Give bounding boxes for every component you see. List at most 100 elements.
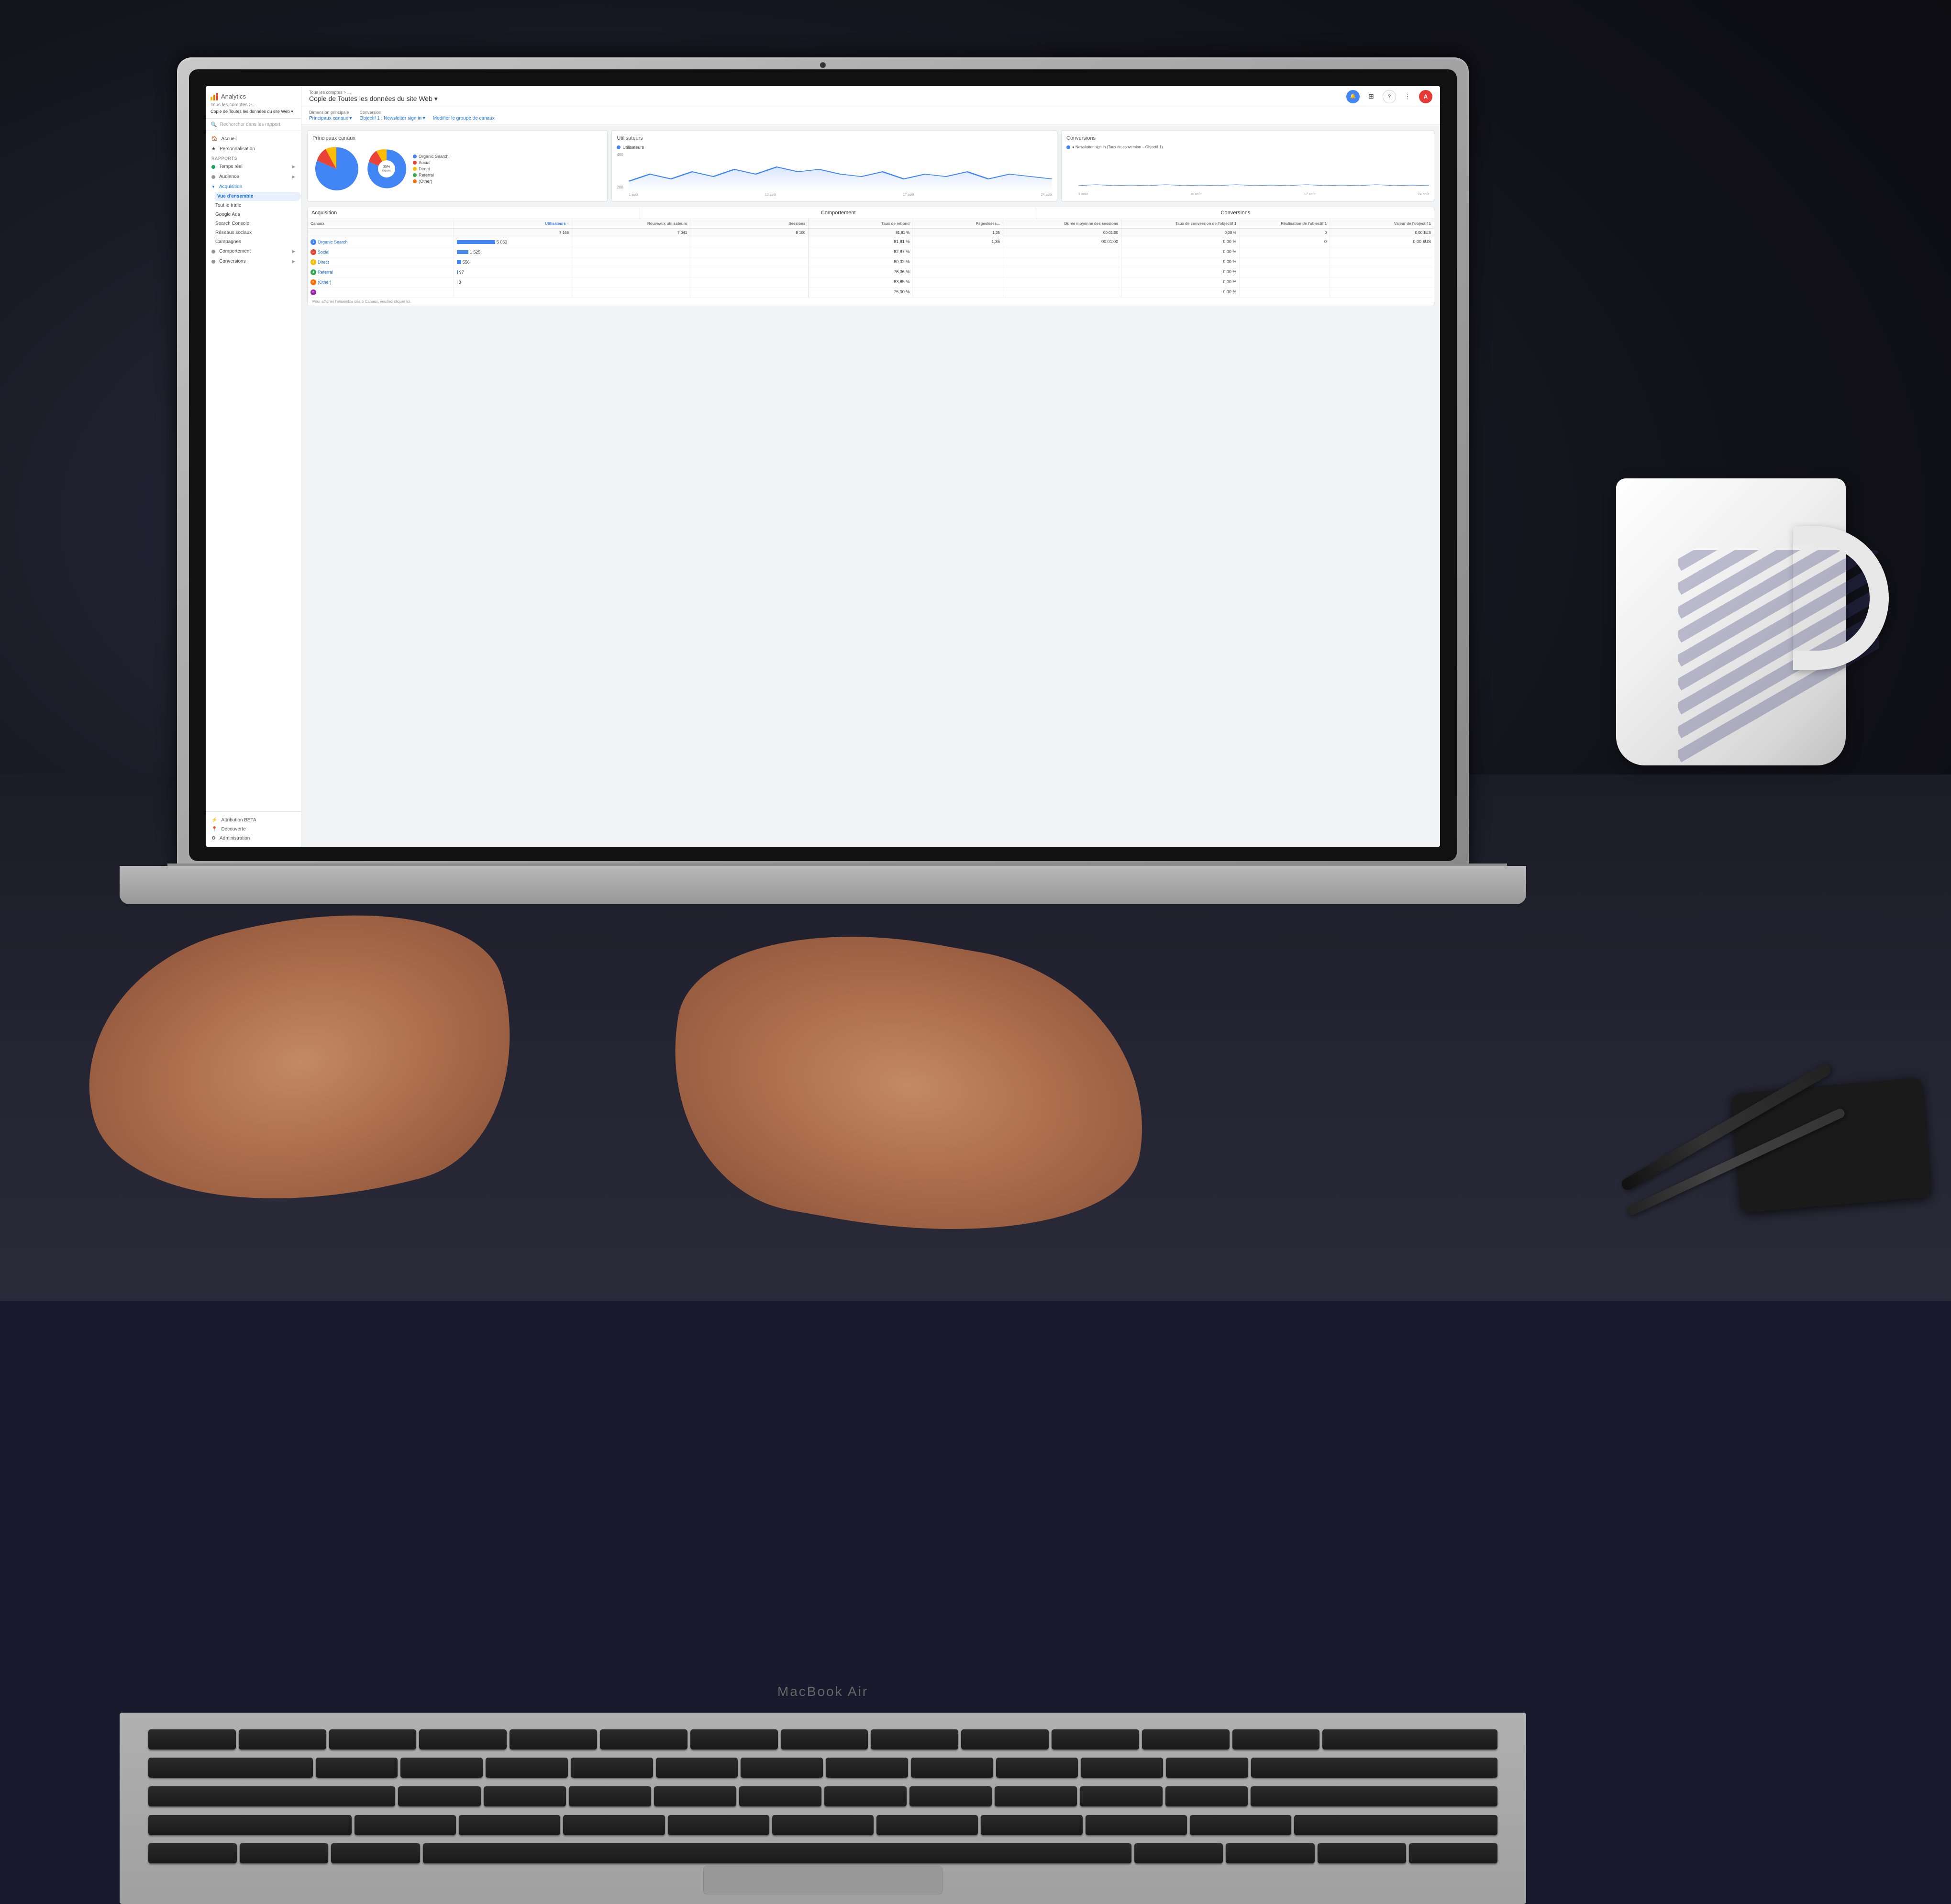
key[interactable] (1190, 1815, 1291, 1835)
key[interactable] (355, 1815, 456, 1835)
sidebar-sub-google-ads[interactable]: Google Ads (215, 210, 301, 219)
key[interactable] (1134, 1843, 1223, 1863)
col-sessions[interactable]: Sessions (690, 219, 809, 228)
channel-cell-3[interactable]: 3 Direct (308, 257, 454, 267)
sidebar-sub-reseaux-sociaux[interactable]: Réseaux sociaux (215, 228, 301, 237)
key[interactable] (772, 1815, 874, 1835)
col-value[interactable]: Valeur de l'objectif 1 (1330, 219, 1434, 228)
sidebar-item-comportement[interactable]: Comportement ▶ (206, 246, 301, 256)
sidebar-search[interactable]: 🔍 Rechercher dans les rapport (206, 119, 301, 131)
key[interactable] (459, 1815, 560, 1835)
key[interactable] (1081, 1758, 1163, 1778)
col-pages[interactable]: Pages/sess... (913, 219, 1003, 228)
key[interactable] (1226, 1843, 1314, 1863)
sidebar-sub-vue-ensemble[interactable]: Vue d'ensemble (215, 192, 301, 201)
key[interactable] (569, 1786, 651, 1806)
key[interactable] (331, 1843, 420, 1863)
key[interactable] (1142, 1729, 1230, 1749)
user-avatar[interactable]: A (1419, 90, 1432, 103)
key[interactable] (781, 1729, 868, 1749)
channel-cell-5[interactable]: 5 (Other) (308, 277, 454, 287)
key[interactable] (400, 1758, 483, 1778)
key[interactable] (739, 1786, 821, 1806)
conversion-select[interactable]: Objectif 1 : Newsletter sign in ▾ (360, 116, 425, 121)
key[interactable] (419, 1729, 507, 1749)
key[interactable] (486, 1758, 568, 1778)
col-duration[interactable]: Durée moyenne des sessions (1003, 219, 1121, 228)
key[interactable] (148, 1843, 237, 1863)
key[interactable] (995, 1786, 1077, 1806)
col-channel[interactable]: Canaux (308, 219, 454, 228)
key[interactable] (656, 1758, 738, 1778)
apps-grid-icon[interactable]: ⊞ (1364, 90, 1378, 103)
key[interactable] (871, 1729, 958, 1749)
sidebar-sub-tout-trafic[interactable]: Tout le trafic (215, 201, 301, 210)
key[interactable] (996, 1758, 1078, 1778)
shift-key-right[interactable] (1294, 1815, 1497, 1835)
key[interactable] (1086, 1815, 1187, 1835)
key[interactable] (316, 1758, 398, 1778)
key[interactable] (981, 1815, 1082, 1835)
key[interactable] (690, 1729, 778, 1749)
channel-cell-6[interactable]: 6 (308, 288, 454, 297)
sidebar-sub-campagnes[interactable]: Campagnes (215, 237, 301, 246)
footer-administration[interactable]: ⚙ Administration (211, 834, 295, 843)
key[interactable] (1080, 1786, 1162, 1806)
key[interactable] (1409, 1843, 1497, 1863)
key[interactable] (563, 1815, 665, 1835)
footer-decouverte[interactable]: 📍 Découverte (211, 825, 295, 834)
key[interactable] (398, 1786, 480, 1806)
sidebar-item-conversions[interactable]: Conversions ▶ (206, 256, 301, 266)
key[interactable] (826, 1758, 908, 1778)
key[interactable] (1232, 1729, 1320, 1749)
sidebar-sub-search-console[interactable]: Search Console (215, 219, 301, 228)
key[interactable] (824, 1786, 907, 1806)
key[interactable] (668, 1815, 769, 1835)
help-icon[interactable]: ? (1383, 90, 1396, 103)
key[interactable] (600, 1729, 687, 1749)
key[interactable] (148, 1758, 313, 1778)
key[interactable] (1251, 1786, 1497, 1806)
dimension-select[interactable]: Principaux canaux ▾ (309, 116, 352, 121)
channel-cell-4[interactable]: 4 Referral (308, 267, 454, 277)
col-new-users[interactable]: Nouveaux utilisateurs (572, 219, 690, 228)
key[interactable] (510, 1729, 597, 1749)
key[interactable] (1166, 1758, 1248, 1778)
key[interactable] (654, 1786, 736, 1806)
key[interactable] (148, 1729, 236, 1749)
key[interactable] (484, 1786, 566, 1806)
footer-attribution[interactable]: ⚡ Attribution BETA (211, 816, 295, 825)
col-conv-rate[interactable]: Taux de conversion de l'objectif 1 (1121, 219, 1240, 228)
sidebar-item-accueil[interactable]: 🏠 Accueil (206, 134, 301, 144)
sidebar-item-audience[interactable]: Audience ▶ (206, 172, 301, 182)
key[interactable] (148, 1786, 395, 1806)
key[interactable] (741, 1758, 823, 1778)
key[interactable] (571, 1758, 653, 1778)
shift-key-left[interactable] (148, 1815, 352, 1835)
key[interactable] (1318, 1843, 1406, 1863)
notifications-icon[interactable]: 🔔 (1346, 90, 1360, 103)
key[interactable] (911, 1758, 993, 1778)
col-users[interactable]: Utilisateurs ↑ (454, 219, 572, 228)
key[interactable] (876, 1815, 978, 1835)
channel-cell-2[interactable]: 2 Social (308, 247, 454, 257)
sidebar-item-personnalisation[interactable]: ★ Personnalisation (206, 144, 301, 154)
key[interactable] (1165, 1786, 1248, 1806)
sidebar-item-acquisition[interactable]: ▼ Acquisition (206, 182, 301, 192)
key[interactable] (239, 1729, 326, 1749)
key[interactable] (961, 1729, 1049, 1749)
modify-channel-groups-link[interactable]: Modifier le groupe de canaux (433, 116, 495, 121)
spacebar[interactable] (423, 1843, 1132, 1863)
sidebar-item-temps-reel[interactable]: Temps réel ▶ (206, 162, 301, 172)
channel-cell-1[interactable]: 1 Organic Search (308, 237, 454, 247)
more-icon[interactable]: ⋮ (1401, 90, 1414, 103)
col-bounce[interactable]: Taux de rebond (809, 219, 913, 228)
key[interactable] (1251, 1758, 1497, 1778)
key[interactable] (240, 1843, 328, 1863)
key[interactable] (329, 1729, 417, 1749)
table-footer-note[interactable]: Pour afficher l'ensemble des 5 Canaux, v… (308, 298, 1434, 306)
key[interactable] (1052, 1729, 1139, 1749)
key[interactable] (909, 1786, 992, 1806)
trackpad[interactable] (703, 1866, 942, 1894)
page-title[interactable]: Copie de Toutes les données du site Web … (309, 95, 438, 103)
